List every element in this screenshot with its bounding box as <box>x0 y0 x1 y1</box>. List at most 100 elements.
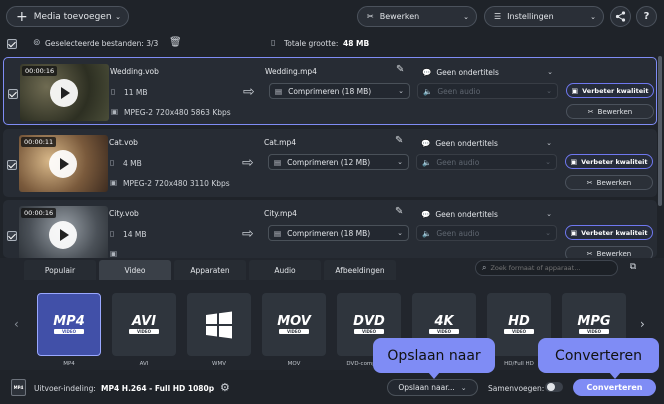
file-checkbox[interactable] <box>7 160 17 170</box>
video-thumbnail[interactable]: 00:00:16 <box>20 64 109 121</box>
rename-pencil-icon[interactable]: ✎ <box>396 64 404 75</box>
format-tile-mp4[interactable]: MP4 VIDEO <box>37 293 101 356</box>
add-media-label: Media toevoegen <box>33 11 112 22</box>
source-file-name: Wedding.vob <box>110 67 159 76</box>
file-row[interactable]: 00:00:16 Wedding.vob ▯ 11 MB ▣ MPEG-2 72… <box>3 57 657 125</box>
audio-dropdown[interactable]: 🔈 Geen audio ⌄ <box>416 154 557 170</box>
tab-audio[interactable]: Audio <box>249 260 321 280</box>
save-to-callout-pointer <box>428 372 440 379</box>
compression-label: Comprimeren (12 MB) <box>287 157 371 167</box>
windows-logo-icon <box>206 311 232 338</box>
format-logo-sub: VIDEO <box>504 329 534 334</box>
settings-icon: ☰ <box>494 12 502 21</box>
file-checkbox[interactable] <box>8 89 18 99</box>
play-icon[interactable] <box>49 150 77 178</box>
format-label: MOV <box>287 361 301 367</box>
edit-file-label: Bewerken <box>596 178 632 187</box>
audio-dropdown[interactable]: 🔈 Geen audio ⌄ <box>417 83 558 99</box>
compression-icon: ▤ <box>274 228 282 238</box>
settings-button[interactable]: ☰ Instellingen ⌄ <box>484 6 604 27</box>
chevron-down-icon: ⌄ <box>463 12 469 21</box>
total-size-label: Totale grootte: <box>284 39 339 48</box>
help-button[interactable]: ? <box>636 6 657 27</box>
video-thumbnail[interactable]: 00:00:16 <box>19 206 108 263</box>
delete-icon[interactable]: 🗑 <box>169 37 182 48</box>
enhance-quality-button[interactable]: ▣ Verbeter kwaliteit <box>565 225 653 240</box>
duration-badge: 00:00:16 <box>21 208 57 218</box>
compression-dropdown[interactable]: ▤ Comprimeren (18 MB) ⌄ <box>268 225 409 241</box>
format-logo: MP4 VIDEO <box>53 314 85 334</box>
rename-pencil-icon[interactable]: ✎ <box>395 135 403 146</box>
source-file-name: Cat.vob <box>109 138 138 147</box>
file-size-icon: ▯ <box>110 229 115 238</box>
subtitles-dropdown[interactable]: 💬 Geen ondertitels ⌄ <box>417 64 558 80</box>
chevron-down-icon: ⌄ <box>546 139 552 147</box>
tools-icon: ✂ <box>367 12 374 21</box>
edit-toolbar-button[interactable]: ✂ Bewerken ⌄ <box>357 6 477 27</box>
enhance-quality-button[interactable]: ▣ Verbeter kwaliteit <box>566 83 654 98</box>
convert-button[interactable]: Converteren <box>573 379 656 396</box>
tab-afbeeldingen[interactable]: Afbeeldingen <box>324 260 396 280</box>
file-list-scrollbar[interactable] <box>658 56 662 206</box>
compression-dropdown[interactable]: ▤ Comprimeren (12 MB) ⌄ <box>268 154 409 170</box>
tab-populair[interactable]: Populair <box>24 260 96 280</box>
format-tile-avi[interactable]: AVI VIDEO <box>112 293 176 356</box>
play-icon[interactable] <box>50 79 78 107</box>
save-to-dropdown[interactable]: Opslaan naar... ⌄ <box>387 379 478 396</box>
total-size-value: 48 MB <box>343 39 370 48</box>
custom-format-button[interactable]: ⧉ <box>625 259 641 275</box>
output-file-name: City.mp4 <box>264 209 297 218</box>
compression-dropdown[interactable]: ▤ Comprimeren (18 MB) ⌄ <box>269 83 410 99</box>
file-row[interactable]: 00:00:16 City.vob ▯ 14 MB ▣ ⇨ City.mp4 ✎… <box>3 200 657 263</box>
format-tile-wmv[interactable] <box>187 293 251 356</box>
share-button[interactable] <box>610 6 631 27</box>
search-input[interactable] <box>490 264 606 272</box>
chevron-down-icon: ⌄ <box>397 158 403 166</box>
chevron-down-icon: ⌄ <box>547 68 553 76</box>
chevron-down-icon: ⌄ <box>545 229 551 237</box>
merge-toggle[interactable] <box>545 382 563 392</box>
settings-label: Instellingen <box>507 12 554 21</box>
source-file-size: 11 MB <box>124 88 148 97</box>
file-checkbox[interactable] <box>7 231 17 241</box>
plus-icon: + <box>16 8 28 25</box>
output-settings-gear-icon[interactable]: ⚙ <box>220 381 230 394</box>
format-search[interactable]: ⌕ <box>475 260 618 276</box>
scissors-icon: ✂ <box>587 107 594 116</box>
enhance-label: Verbeter kwaliteit <box>581 157 648 166</box>
edit-file-button[interactable]: ✂ Bewerken <box>566 104 654 119</box>
speaker-icon: 🔈 <box>422 157 432 167</box>
audio-dropdown[interactable]: 🔈 Geen audio ⌄ <box>416 225 557 241</box>
subtitles-dropdown[interactable]: 💬 Geen ondertitels ⌄ <box>416 135 557 151</box>
speaker-icon: 🔈 <box>422 228 432 238</box>
output-format-value: MP4 H.264 - Full HD 1080p <box>101 384 215 393</box>
tab-apparaten[interactable]: Apparaten <box>174 260 246 280</box>
enhance-quality-button[interactable]: ▣ Verbeter kwaliteit <box>565 154 653 169</box>
format-logo-sub: VIDEO <box>354 329 384 334</box>
codec-icon: ▣ <box>111 107 119 116</box>
video-thumbnail[interactable]: 00:00:11 <box>19 135 108 192</box>
file-row[interactable]: 00:00:11 Cat.vob ▯ 4 MB ▣ MPEG-2 720x480… <box>3 129 657 197</box>
source-file-name: City.vob <box>109 209 139 218</box>
formats-next-arrow-icon[interactable]: › <box>640 317 645 331</box>
select-all-checkbox[interactable] <box>7 39 17 49</box>
audio-label: Geen audio <box>437 86 481 96</box>
formats-prev-arrow-icon[interactable]: ‹ <box>14 317 19 331</box>
subtitles-label: Geen ondertitels <box>435 138 498 148</box>
compression-icon: ▤ <box>274 157 282 167</box>
add-media-button[interactable]: + Media toevoegen ⌄ <box>6 6 129 27</box>
edit-file-label: Bewerken <box>596 249 632 258</box>
format-logo: MPG VIDEO <box>577 314 611 334</box>
edit-file-button[interactable]: ✂ Bewerken <box>565 175 653 190</box>
subtitles-icon: 💬 <box>421 138 431 148</box>
format-tile-mov[interactable]: MOV VIDEO <box>262 293 326 356</box>
chevron-down-icon: ⌄ <box>545 158 551 166</box>
chevron-down-icon: ⌄ <box>397 229 403 237</box>
subtitles-dropdown[interactable]: 💬 Geen ondertitels ⌄ <box>416 206 557 222</box>
rename-pencil-icon[interactable]: ✎ <box>395 206 403 217</box>
play-icon[interactable] <box>49 221 77 249</box>
scissors-icon: ✂ <box>586 178 593 187</box>
bottom-bar <box>0 372 664 404</box>
format-logo: 4K VIDEO <box>429 315 459 334</box>
tab-video[interactable]: Video <box>99 260 171 280</box>
